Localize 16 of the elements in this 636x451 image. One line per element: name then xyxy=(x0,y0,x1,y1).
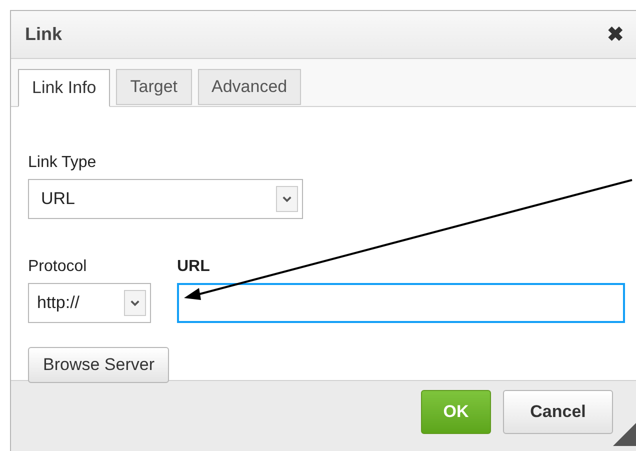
close-button[interactable]: ✖ xyxy=(607,20,624,50)
tab[interactable]: Link Info xyxy=(18,69,110,107)
tab[interactable]: Target xyxy=(116,69,192,105)
field-label: URL xyxy=(177,257,211,277)
protocol-select[interactable]: http:// xyxy=(28,283,151,323)
browse-server-button[interactable]: Browse Server xyxy=(28,347,170,383)
caret-icon xyxy=(124,290,146,316)
resize-handle-icon[interactable] xyxy=(613,423,636,446)
caret-icon xyxy=(276,186,298,212)
link-type-select[interactable]: URL xyxy=(28,179,303,219)
cancel-button[interactable]: Cancel xyxy=(503,390,613,434)
field-label: Protocol xyxy=(28,257,88,277)
url-field[interactable] xyxy=(177,283,625,323)
tab[interactable]: Advanced xyxy=(198,69,302,105)
window-title: Link xyxy=(25,23,62,46)
field-label: Link Type xyxy=(28,153,98,173)
